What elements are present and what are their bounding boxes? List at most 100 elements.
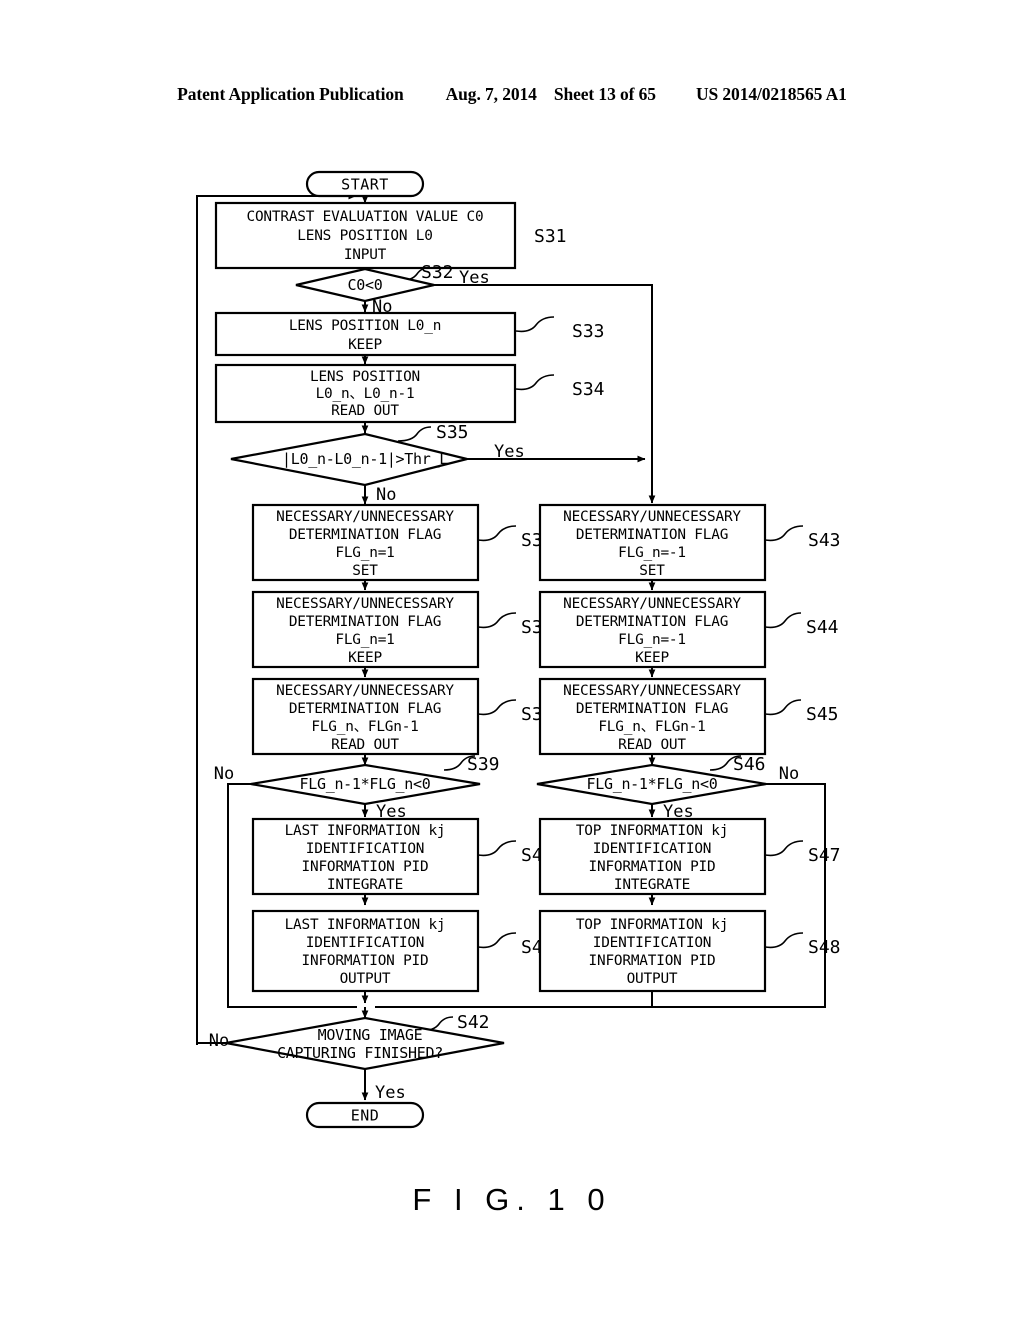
s33-line-1: LENS POSITION L0_n <box>289 318 441 334</box>
s37-line-2: DETERMINATION FLAG <box>289 614 441 630</box>
s37-line-3: FLG_n=1 <box>335 632 394 648</box>
leader-s35 <box>397 426 432 442</box>
s38-line-2: DETERMINATION FLAG <box>289 701 441 717</box>
s34-line-2: L0_n、L0_n-1 <box>316 386 415 402</box>
s33-line-2: KEEP <box>348 337 382 353</box>
s40-line-1: LAST INFORMATION kj <box>285 823 446 839</box>
s34-line-3: READ OUT <box>331 403 399 419</box>
s31-line-2: LENS POSITION L0 <box>297 228 432 244</box>
s40-line-3: INFORMATION PID <box>302 859 429 875</box>
s45-line-1: NECESSARY/UNNECESSARY <box>563 683 741 699</box>
s42-no-label: No <box>209 1031 229 1051</box>
s31-line-3: INPUT <box>344 247 387 263</box>
s35-condition: |L0_n-L0_n-1|>Thr_L <box>282 450 448 468</box>
s35-step-id: S35 <box>436 422 469 443</box>
s48-line-4: OUTPUT <box>627 971 678 987</box>
node-s36: NECESSARY/UNNECESSARY DETERMINATION FLAG… <box>251 503 554 582</box>
s35-no-label: No <box>376 485 396 505</box>
s41-line-1: LAST INFORMATION kj <box>285 917 446 933</box>
s38-line-3: FLG_n、FLGn-1 <box>311 719 418 735</box>
s43-step-id: S43 <box>808 530 841 551</box>
s36-line-4: SET <box>352 563 378 579</box>
s43-line-1: NECESSARY/UNNECESSARY <box>563 509 741 525</box>
node-s41: LAST INFORMATION kj IDENTIFICATION INFOR… <box>251 909 554 993</box>
s44-step-id: S44 <box>806 617 839 638</box>
s32-yes-label: Yes <box>459 268 490 288</box>
flowchart-diagram: START CONTRAST EVALUATION VALUE C0 LENS … <box>196 170 841 1129</box>
s47-step-id: S47 <box>808 845 841 866</box>
s47-line-2: IDENTIFICATION <box>593 841 712 857</box>
s44-line-4: KEEP <box>635 650 669 666</box>
s36-line-1: NECESSARY/UNNECESSARY <box>276 509 454 525</box>
node-s39: FLG_n-1*FLG_n<0 S39 No Yes <box>214 754 500 822</box>
end-label: END <box>351 1107 380 1125</box>
s35-yes-label: Yes <box>494 442 525 462</box>
s48-line-2: IDENTIFICATION <box>593 935 712 951</box>
s39-condition: FLG_n-1*FLG_n<0 <box>300 775 431 793</box>
s40-line-4: INTEGRATE <box>327 877 403 893</box>
s46-step-id: S46 <box>733 754 766 775</box>
s42-step-id: S42 <box>457 1012 490 1033</box>
node-end: END <box>305 1101 425 1129</box>
s46-condition: FLG_n-1*FLG_n<0 <box>587 775 718 793</box>
node-s40: LAST INFORMATION kj IDENTIFICATION INFOR… <box>251 817 554 896</box>
s33-step-id: S33 <box>572 321 605 342</box>
s32-step-id: S32 <box>421 262 454 283</box>
s41-line-2: IDENTIFICATION <box>306 935 425 951</box>
s45-line-2: DETERMINATION FLAG <box>576 701 728 717</box>
leader-s33 <box>515 316 555 333</box>
s40-line-2: IDENTIFICATION <box>306 841 425 857</box>
node-s33: LENS POSITION L0_n KEEP S33 <box>214 311 605 357</box>
s48-line-3: INFORMATION PID <box>589 953 716 969</box>
s31-step-id: S31 <box>534 226 567 247</box>
s46-no-label: No <box>779 764 799 784</box>
node-s43: NECESSARY/UNNECESSARY DETERMINATION FLAG… <box>538 503 841 582</box>
start-label: START <box>341 176 389 194</box>
leader-s48 <box>764 932 804 949</box>
leader-s45 <box>764 699 802 716</box>
s45-line-3: FLG_n、FLGn-1 <box>598 719 705 735</box>
node-start: START <box>305 170 425 198</box>
s39-no-label: No <box>214 764 234 784</box>
s36-line-3: FLG_n=1 <box>335 545 394 561</box>
s42-yes-label: Yes <box>375 1083 406 1103</box>
node-s44: NECESSARY/UNNECESSARY DETERMINATION FLAG… <box>538 590 839 669</box>
s39-step-id: S39 <box>467 754 500 775</box>
s47-line-3: INFORMATION PID <box>589 859 716 875</box>
s47-line-1: TOP INFORMATION kj <box>576 823 728 839</box>
s38-line-1: NECESSARY/UNNECESSARY <box>276 683 454 699</box>
leader-s43 <box>764 525 804 542</box>
node-s35: |L0_n-L0_n-1|>Thr_L S35 Yes No <box>230 422 525 505</box>
s41-line-4: OUTPUT <box>340 971 391 987</box>
node-s38: NECESSARY/UNNECESSARY DETERMINATION FLAG… <box>251 677 554 756</box>
leader-s41 <box>477 932 517 949</box>
s31-line-1: CONTRAST EVALUATION VALUE C0 <box>247 209 484 225</box>
s34-step-id: S34 <box>572 379 605 400</box>
s38-line-4: READ OUT <box>331 737 399 753</box>
node-s31: CONTRAST EVALUATION VALUE C0 LENS POSITI… <box>214 201 567 270</box>
node-s45: NECESSARY/UNNECESSARY DETERMINATION FLAG… <box>538 677 839 756</box>
node-s42: MOVING IMAGE CAPTURING FINISHED? S42 No … <box>209 1012 505 1103</box>
s37-line-4: KEEP <box>348 650 382 666</box>
node-s37: NECESSARY/UNNECESSARY DETERMINATION FLAG… <box>251 590 554 669</box>
s36-line-2: DETERMINATION FLAG <box>289 527 441 543</box>
leader-s37 <box>477 612 517 629</box>
s34-line-1: LENS POSITION <box>310 369 420 385</box>
s42-line-1: MOVING IMAGE <box>318 1026 423 1044</box>
leader-s34 <box>515 374 555 391</box>
leader-s40 <box>477 840 517 857</box>
s44-line-1: NECESSARY/UNNECESSARY <box>563 596 741 612</box>
s42-line-2: CAPTURING FINISHED? <box>277 1044 443 1062</box>
node-s48: TOP INFORMATION kj IDENTIFICATION INFORM… <box>538 909 841 993</box>
leader-s38 <box>477 699 517 716</box>
s43-line-2: DETERMINATION FLAG <box>576 527 728 543</box>
leader-s36 <box>477 525 517 542</box>
s37-line-1: NECESSARY/UNNECESSARY <box>276 596 454 612</box>
leader-s44 <box>764 612 802 629</box>
s45-line-4: READ OUT <box>618 737 686 753</box>
s47-line-4: INTEGRATE <box>614 877 690 893</box>
node-s34: LENS POSITION L0_n、L0_n-1 READ OUT S34 <box>214 363 605 424</box>
s45-step-id: S45 <box>806 704 839 725</box>
figure-caption: F I G. 1 0 <box>412 1182 612 1217</box>
s43-line-4: SET <box>639 563 665 579</box>
